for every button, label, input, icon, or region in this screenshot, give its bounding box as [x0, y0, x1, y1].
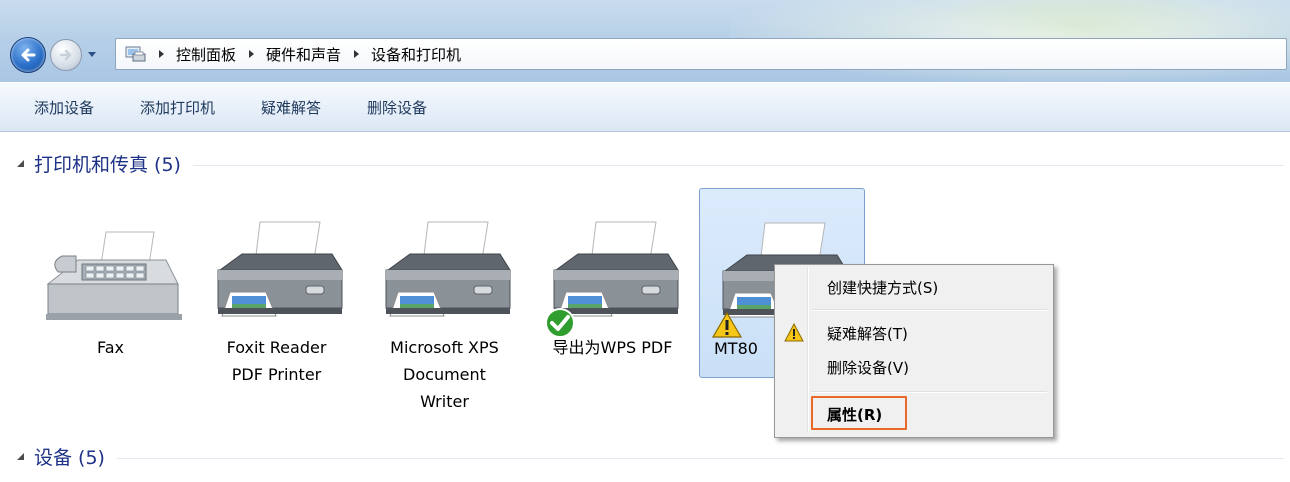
- group-header-printers[interactable]: 打印机和传真 (5): [14, 150, 1284, 177]
- collapse-triangle-icon[interactable]: [14, 158, 26, 170]
- group-divider: [192, 165, 1284, 166]
- control-panel-printers-icon: [124, 44, 146, 64]
- back-button[interactable]: [10, 37, 46, 73]
- remove-device-button[interactable]: 删除设备: [367, 97, 427, 118]
- printer-icon: [202, 192, 352, 342]
- group-divider: [116, 458, 1284, 459]
- troubleshoot-button[interactable]: 疑难解答: [261, 97, 321, 118]
- menu-separator: [811, 309, 1047, 311]
- breadcrumb-control-panel[interactable]: 控制面板: [176, 44, 236, 65]
- device-label: Microsoft XPS Document Writer: [390, 338, 499, 411]
- forward-arrow-icon: [59, 49, 72, 61]
- device-fax[interactable]: Fax: [28, 188, 193, 376]
- group-title: 打印机和传真 (5): [34, 154, 181, 176]
- device-foxit-printer[interactable]: Foxit Reader PDF Printer: [194, 188, 359, 384]
- printer-icon: [370, 192, 520, 342]
- group-title: 设备 (5): [34, 447, 105, 469]
- title-bar: 控制面板 硬件和声音 设备和打印机: [0, 0, 1290, 82]
- menu-gutter: [807, 267, 809, 433]
- breadcrumb-hardware-sound[interactable]: 硬件和声音: [266, 44, 341, 65]
- device-label: Foxit Reader PDF Printer: [226, 338, 327, 384]
- menu-item-remove-device[interactable]: 删除设备(V): [827, 357, 909, 378]
- breadcrumb-arrow-icon[interactable]: [353, 49, 361, 59]
- menu-item-troubleshoot[interactable]: 疑难解答(T): [827, 323, 908, 344]
- menu-separator: [811, 391, 1047, 393]
- warning-icon: [711, 311, 743, 338]
- warning-icon: [784, 323, 804, 342]
- menu-item-create-shortcut[interactable]: 创建快捷方式(S): [827, 277, 938, 298]
- default-check-icon: [544, 308, 575, 338]
- chevron-down-icon: [88, 52, 96, 57]
- forward-button[interactable]: [50, 39, 82, 71]
- address-bar[interactable]: 控制面板 硬件和声音 设备和打印机: [115, 38, 1287, 70]
- recent-pages-dropdown[interactable]: [87, 50, 97, 60]
- add-printer-button[interactable]: 添加打印机: [140, 97, 215, 118]
- printer-icon: [538, 192, 688, 342]
- device-xps-writer[interactable]: Microsoft XPS Document Writer: [362, 188, 527, 411]
- menu-item-properties[interactable]: 属性(R): [827, 404, 882, 425]
- collapse-triangle-icon[interactable]: [14, 451, 26, 463]
- device-wps-pdf[interactable]: 导出为WPS PDF: [530, 188, 695, 376]
- add-device-button[interactable]: 添加设备: [34, 97, 94, 118]
- breadcrumb-arrow-icon[interactable]: [158, 49, 166, 59]
- breadcrumb-devices-printers[interactable]: 设备和打印机: [371, 44, 461, 65]
- breadcrumb-arrow-icon[interactable]: [248, 49, 256, 59]
- group-header-devices[interactable]: 设备 (5): [14, 443, 1284, 470]
- fax-icon: [36, 192, 186, 342]
- command-bar: 添加设备 添加打印机 疑难解答 删除设备: [0, 82, 1290, 132]
- context-menu: 创建快捷方式(S) 疑难解答(T) 删除设备(V) 属性(R): [774, 264, 1054, 438]
- back-arrow-icon: [21, 48, 36, 62]
